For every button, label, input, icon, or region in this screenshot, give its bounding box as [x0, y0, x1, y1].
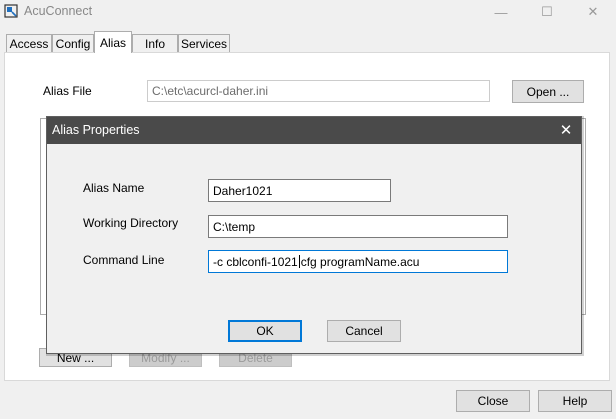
- close-button[interactable]: Close: [456, 390, 530, 412]
- tab-info[interactable]: Info: [132, 34, 178, 52]
- ok-button[interactable]: OK: [228, 320, 302, 342]
- command-line-label: Command Line: [83, 253, 165, 267]
- tab-services[interactable]: Services: [178, 34, 230, 52]
- alias-name-input[interactable]: Daher1021: [208, 179, 391, 202]
- alias-name-label: Alias Name: [83, 181, 145, 195]
- tab-config[interactable]: Config: [52, 34, 94, 52]
- maximize-button[interactable]: ☐: [524, 0, 570, 24]
- alias-file-field: C:\etc\acurcl-daher.ini: [147, 80, 490, 102]
- window-title: AcuConnect: [24, 4, 93, 18]
- command-line-text-before-cursor: -c cblconfi-1021: [213, 254, 298, 269]
- window-close-button[interactable]: ✕: [570, 0, 616, 24]
- cancel-button[interactable]: Cancel: [327, 320, 401, 342]
- alias-file-label: Alias File: [43, 84, 92, 98]
- dialog-titlebar: Alias Properties ✕: [47, 117, 581, 144]
- window-titlebar: AcuConnect — ☐ ✕: [0, 0, 616, 24]
- command-line-input[interactable]: -c cblconfi-1021 cfg programName.acu: [208, 250, 508, 273]
- command-line-text-after-cursor: cfg programName.acu: [300, 254, 420, 269]
- minimize-button[interactable]: —: [478, 0, 524, 24]
- tab-access[interactable]: Access: [6, 34, 52, 52]
- text-cursor: [298, 255, 300, 268]
- open-button[interactable]: Open ...: [512, 80, 584, 103]
- dialog-title: Alias Properties: [52, 123, 140, 137]
- working-directory-input[interactable]: C:\temp: [208, 215, 508, 238]
- working-directory-label: Working Directory: [83, 216, 179, 230]
- dialog-close-icon[interactable]: ✕: [555, 119, 577, 141]
- tab-alias[interactable]: Alias: [94, 31, 132, 53]
- alias-properties-dialog: Alias Properties ✕ Alias Name Daher1021 …: [46, 116, 582, 354]
- acuconnect-app-icon: [4, 4, 18, 18]
- help-button[interactable]: Help: [538, 390, 612, 412]
